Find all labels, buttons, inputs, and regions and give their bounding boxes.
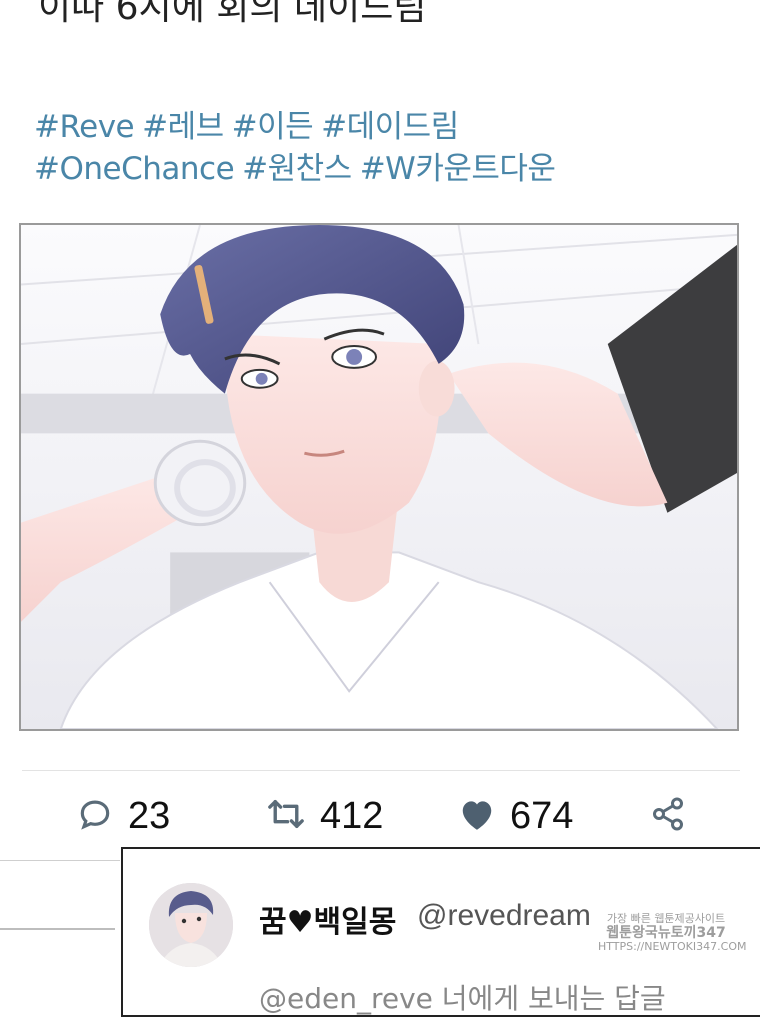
hashtag-link[interactable]: #원찬스 bbox=[242, 151, 352, 187]
watermark-line: 웹툰왕국뉴토끼347 bbox=[606, 925, 726, 941]
hashtag-line-1: #Reve #레브 #이든 #데이드림 bbox=[34, 106, 563, 148]
hashtag-link[interactable]: #OneChance bbox=[34, 151, 235, 187]
hashtag-link[interactable]: #데이드림 bbox=[321, 109, 459, 145]
share-button[interactable] bbox=[650, 790, 686, 842]
hashtag-link[interactable]: #레브 bbox=[142, 109, 224, 145]
divider bbox=[22, 770, 740, 771]
retweet-arrows-icon bbox=[266, 795, 306, 837]
post-illustration bbox=[21, 225, 737, 729]
post-top-text: 이따 6시에 회의 데이드림 bbox=[38, 0, 427, 28]
tweet-actions: 23 412 674 bbox=[0, 790, 760, 842]
watermark-line: HTTPS://NEWTOKI347.COM bbox=[598, 940, 747, 953]
hashtag-line-2: #OneChance #원찬스 #W카운트다운 bbox=[34, 148, 563, 190]
divider bbox=[0, 860, 120, 861]
like-count: 674 bbox=[510, 794, 574, 837]
hashtag-link[interactable]: #이든 bbox=[232, 109, 314, 145]
heart-icon bbox=[458, 796, 496, 836]
quote-handle: @revedream bbox=[417, 899, 591, 932]
divider bbox=[0, 928, 115, 930]
speech-bubble-icon bbox=[76, 795, 114, 837]
reply-button[interactable]: 23 bbox=[76, 790, 170, 842]
avatar[interactable] bbox=[149, 883, 233, 967]
hashtags: #Reve #레브 #이든 #데이드림 #OneChance #원찬스 #W카운트다운 bbox=[34, 106, 563, 190]
share-icon bbox=[650, 795, 686, 837]
post-image[interactable] bbox=[19, 223, 739, 731]
retweet-button[interactable]: 412 bbox=[266, 790, 383, 842]
hashtag-link[interactable]: #W카운트다운 bbox=[360, 151, 556, 187]
reply-count: 23 bbox=[128, 794, 171, 837]
quote-display-name: 꿈♥백일몽 bbox=[259, 905, 397, 940]
site-watermark: 가장 빠른 웹툰제공사이트 웹툰왕국뉴토끼347 HTTPS://NEWTOKI… bbox=[598, 912, 747, 954]
watermark-line: 가장 빠른 웹툰제공사이트 bbox=[606, 912, 726, 925]
retweet-count: 412 bbox=[320, 794, 384, 837]
quote-text: @eden_reve 너에게 보내는 답글 bbox=[259, 982, 666, 1015]
like-button[interactable]: 674 bbox=[458, 790, 573, 842]
hashtag-link[interactable]: #Reve bbox=[34, 109, 135, 145]
